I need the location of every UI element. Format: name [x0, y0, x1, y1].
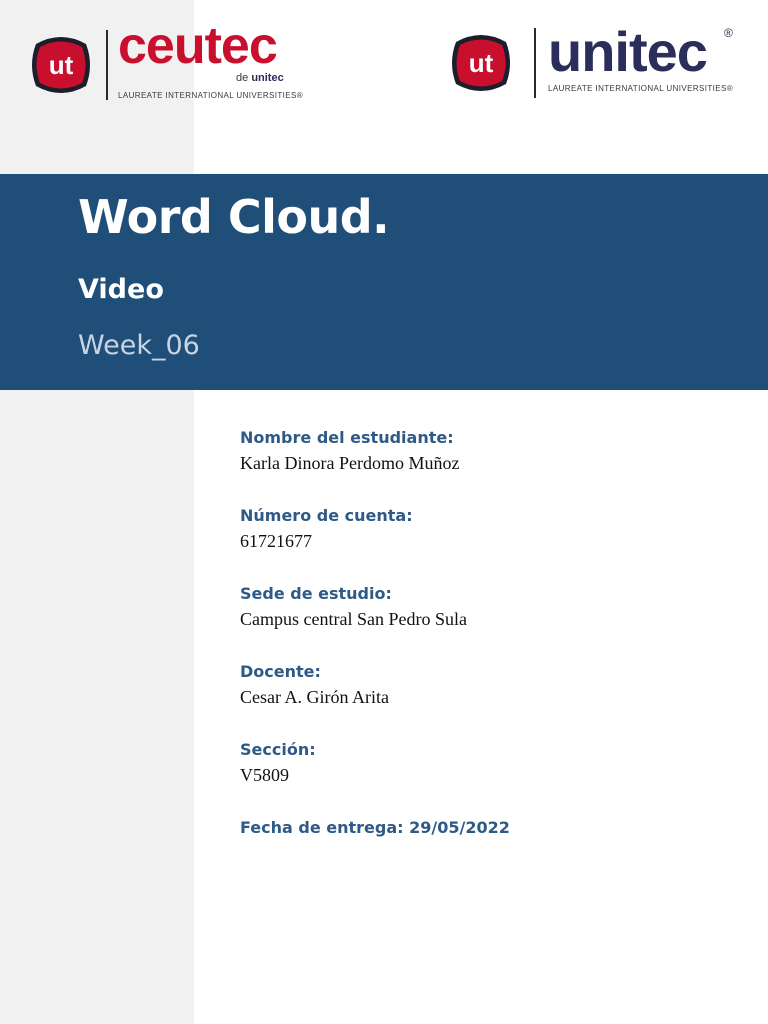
field-value: V5809 — [240, 765, 289, 785]
field-label: Docente: — [240, 662, 321, 681]
week-label: Week_06 — [78, 330, 200, 361]
logo-divider — [534, 28, 536, 98]
field-value: Karla Dinora Perdomo Muñoz — [240, 453, 460, 473]
left-gray-strip — [0, 0, 194, 1024]
registered-mark: ® — [724, 26, 733, 40]
delivery-date: Fecha de entrega: 29/05/2022 — [240, 818, 510, 837]
field-value: Cesar A. Girón Arita — [240, 687, 389, 707]
field-label: Número de cuenta: — [240, 506, 413, 525]
logo-divider — [106, 30, 108, 100]
student-info: Nombre del estudiante: Karla Dinora Perd… — [240, 426, 740, 840]
unitec-logo: ut unitec ® LAUREATE INTERNATIONAL UNIVE… — [448, 20, 743, 100]
document-subtitle: Video — [78, 274, 164, 305]
ceutec-wordmark: ceutec — [118, 17, 278, 75]
ut-badge-icon: ut — [28, 32, 94, 98]
field-teacher: Docente: Cesar A. Girón Arita — [240, 660, 740, 738]
field-value: Campus central San Pedro Sula — [240, 609, 467, 629]
title-band: Word Cloud. Video Week_06 — [0, 174, 768, 390]
svg-text:ut: ut — [469, 48, 494, 78]
field-label: Sede de estudio: — [240, 584, 392, 603]
svg-text:ut: ut — [49, 50, 74, 80]
laureate-tagline: LAUREATE INTERNATIONAL UNIVERSITIES® — [548, 84, 734, 93]
unitec-wordmark: unitec — [548, 20, 708, 83]
field-student-name: Nombre del estudiante: Karla Dinora Perd… — [240, 426, 740, 504]
field-account-number: Número de cuenta: 61721677 — [240, 504, 740, 582]
field-label: Sección: — [240, 740, 316, 759]
field-value: 61721677 — [240, 531, 312, 551]
laureate-tagline: LAUREATE INTERNATIONAL UNIVERSITIES® — [118, 91, 304, 100]
de-unitec-label: de unitec — [236, 72, 284, 84]
field-campus: Sede de estudio: Campus central San Pedr… — [240, 582, 740, 660]
field-label: Nombre del estudiante: — [240, 428, 454, 447]
ut-badge-icon: ut — [448, 30, 514, 96]
field-section: Sección: V5809 — [240, 738, 740, 816]
document-title: Word Cloud. — [78, 190, 390, 244]
ceutec-logo: ut ceutec de unitec LAUREATE INTERNATION… — [28, 20, 303, 102]
